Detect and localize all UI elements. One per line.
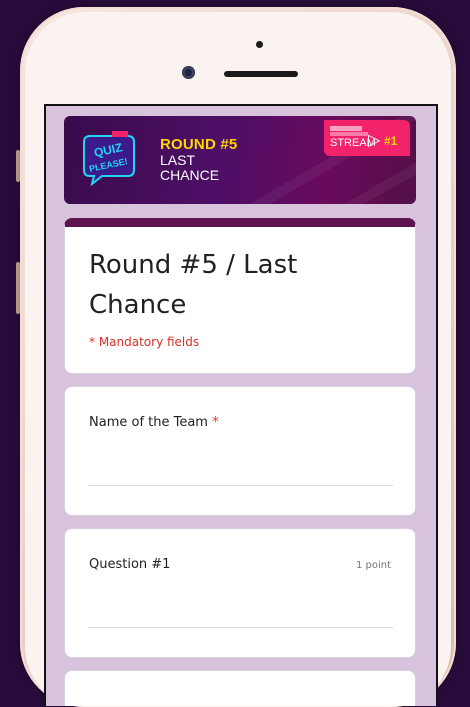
- question-text: Name of the Team: [89, 415, 208, 430]
- mandatory-note: * Mandatory fields: [89, 335, 200, 349]
- question-card-team-name: Name of the Team *: [64, 386, 416, 516]
- points-label: 1 point: [355, 560, 391, 571]
- quiz-please-logo: QUIZ PLEASE!: [83, 131, 135, 186]
- team-name-input[interactable]: [89, 485, 393, 486]
- proximity-sensor: [256, 41, 263, 48]
- banner-subtitle: LAST CHANCE: [160, 152, 220, 183]
- speaker-grille: [224, 71, 298, 77]
- front-camera-icon: [182, 66, 195, 79]
- quiz-banner: QUIZ PLEASE! ROUND #5 LAST CHANCE STREAM…: [64, 116, 416, 204]
- stream-number: #1: [384, 134, 398, 148]
- play-icon: ▷: [368, 130, 381, 149]
- required-marker: *: [212, 415, 219, 430]
- question-label: Question #1: [89, 557, 171, 572]
- stream-small-text: [330, 126, 362, 131]
- question-card-next: [64, 670, 416, 706]
- form-title: Round #5 / Last Chance: [89, 250, 298, 320]
- question-label: Name of the Team *: [89, 415, 219, 430]
- stream-small-text: [330, 132, 368, 136]
- banner-round-label: ROUND #5: [160, 136, 238, 153]
- phone-screen: QUIZ PLEASE! ROUND #5 LAST CHANCE STREAM…: [44, 104, 438, 706]
- question-card-1: Question #1 1 point: [64, 528, 416, 658]
- stream-badge: STREAM ▷ #1: [324, 120, 410, 156]
- form-title-card: Round #5 / Last Chance * Mandatory field…: [64, 218, 416, 374]
- question-1-input[interactable]: [89, 627, 393, 628]
